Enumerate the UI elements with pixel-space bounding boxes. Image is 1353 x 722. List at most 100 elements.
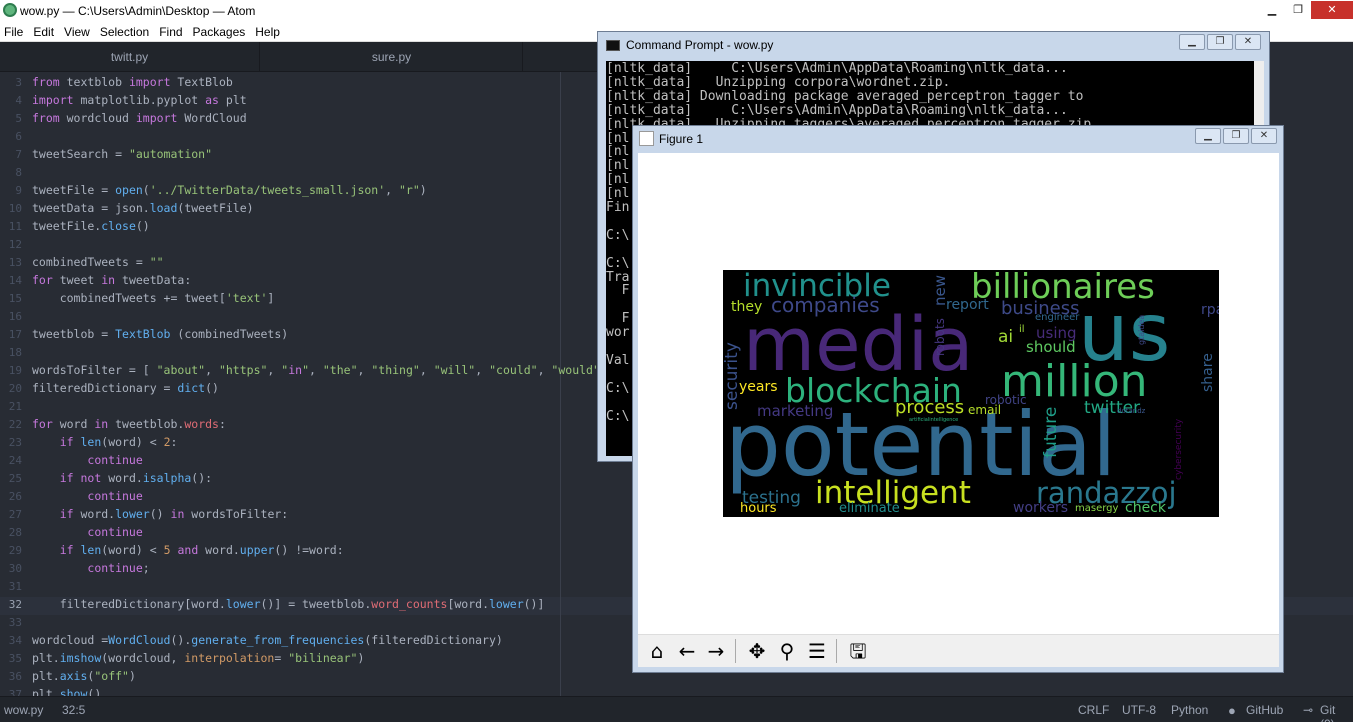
maximize-button[interactable]: ❐: [1285, 1, 1311, 19]
code-line[interactable]: tweetSearch = "automation": [32, 147, 212, 161]
line-number: 11: [8, 220, 22, 233]
menu-view[interactable]: View: [60, 22, 96, 41]
menu-edit[interactable]: Edit: [29, 22, 60, 41]
console-line: Tra: [606, 269, 630, 285]
status-file-name[interactable]: wow.py: [4, 703, 43, 717]
console-line: F: [606, 311, 630, 327]
line-number: 30: [8, 562, 22, 575]
code-line[interactable]: for word in tweetblob.words:: [32, 417, 226, 431]
back-icon[interactable]: ←: [674, 638, 700, 664]
code-line[interactable]: plt.show(): [32, 687, 101, 696]
line-number: 23: [8, 436, 22, 449]
word-engineer: engineer: [1035, 312, 1080, 323]
word-gtaidea: gtaidea: [1137, 315, 1146, 345]
code-line[interactable]: combinedTweets = "": [32, 255, 164, 269]
line-number: 33: [8, 616, 22, 629]
code-line[interactable]: continue: [32, 489, 142, 503]
matplotlib-icon: [639, 131, 654, 146]
pan-icon[interactable]: ✥: [744, 638, 770, 664]
configure-icon[interactable]: ☰: [804, 638, 830, 664]
code-line[interactable]: tweetblob = TextBlob (combinedTweets): [32, 327, 288, 341]
status-encoding[interactable]: UTF-8: [1122, 703, 1156, 717]
cmd-close-button[interactable]: ✕: [1235, 34, 1261, 50]
code-line[interactable]: continue: [32, 525, 142, 539]
line-number: 37: [8, 688, 22, 696]
code-line[interactable]: continue: [32, 453, 142, 467]
status-github[interactable]: GitHub: [1246, 703, 1283, 717]
code-line[interactable]: tweetFile.close(): [32, 219, 150, 233]
status-git[interactable]: Git (0): [1320, 703, 1353, 722]
figure-title-bar[interactable]: Figure 1 ▁ ❐ ✕: [633, 126, 1283, 151]
code-line[interactable]: plt.imshow(wordcloud, interpolation= "bi…: [32, 651, 364, 665]
word-robots: robots: [933, 318, 947, 356]
status-grammar[interactable]: Python: [1171, 703, 1208, 717]
line-number: 4: [15, 94, 22, 107]
line-number: 19: [8, 364, 22, 377]
zoom-icon[interactable]: ⚲: [774, 638, 800, 664]
code-line[interactable]: filteredDictionary = dict(): [32, 381, 219, 395]
tab-sure-py[interactable]: sure.py: [261, 42, 523, 72]
console-line: C:\: [606, 255, 630, 271]
cmd-title-bar[interactable]: Command Prompt - wow.py ▁ ❐ ✕: [598, 32, 1269, 58]
console-line: [nltk_data] C:\Users\Admin\AppData\Roami…: [606, 102, 1068, 118]
word-robotic: robotic: [985, 393, 1027, 407]
menu-packages[interactable]: Packages: [189, 22, 252, 41]
cmd-title: Command Prompt - wow.py: [626, 38, 774, 52]
status-line-ending[interactable]: CRLF: [1078, 703, 1109, 717]
code-line[interactable]: tweetFile = open('../TwitterData/tweets_…: [32, 183, 427, 197]
line-number: 10: [8, 202, 22, 215]
code-line[interactable]: if len(word) < 5 and word.upper() !=word…: [32, 543, 344, 557]
cmd-maximize-button[interactable]: ❐: [1207, 34, 1233, 50]
code-line[interactable]: if not word.isalpha():: [32, 471, 212, 485]
figure-maximize-button[interactable]: ❐: [1223, 128, 1249, 144]
code-line[interactable]: if word.lower() in wordsToFilter:: [32, 507, 289, 521]
code-line[interactable]: filteredDictionary[word.lower()] = tweet…: [32, 597, 545, 611]
line-number: 12: [8, 238, 22, 251]
figure-minimize-button[interactable]: ▁: [1195, 128, 1221, 144]
github-icon: ●: [1228, 703, 1236, 718]
line-number: 24: [8, 454, 22, 467]
menu-find[interactable]: Find: [155, 22, 188, 41]
code-line[interactable]: wordsToFilter = [ "about", "https", "in"…: [32, 363, 621, 377]
word-marketing: marketing: [757, 402, 833, 420]
line-number: 28: [8, 526, 22, 539]
word-il: il: [1019, 324, 1025, 335]
code-line[interactable]: from textblob import TextBlob: [32, 75, 233, 89]
code-line[interactable]: plt.axis("off"): [32, 669, 136, 683]
menu-selection[interactable]: Selection: [96, 22, 155, 41]
code-line[interactable]: from wordcloud import WordCloud: [32, 111, 247, 125]
tab-twitt-py[interactable]: twitt.py: [0, 42, 260, 72]
close-button[interactable]: ✕: [1311, 1, 1353, 19]
toolbar-separator: [735, 639, 736, 663]
line-number: 13: [8, 256, 22, 269]
cmd-minimize-button[interactable]: ▁: [1179, 34, 1205, 50]
code-line[interactable]: if len(word) < 2:: [32, 435, 178, 449]
code-line[interactable]: import matplotlib.pyplot as plt: [32, 93, 247, 107]
code-line[interactable]: combinedTweets += tweet['text']: [32, 291, 275, 305]
minimize-button[interactable]: ▁: [1259, 1, 1285, 19]
word-cybersecurity: cybersecurity: [1174, 418, 1184, 480]
line-number: 36: [8, 670, 22, 683]
code-line[interactable]: for tweet in tweetData:: [32, 273, 191, 287]
console-line: C:\: [606, 408, 630, 424]
line-number: 31: [8, 580, 22, 593]
line-number: 3: [15, 76, 22, 89]
word-artificialintelligence: artificialintelligence: [909, 417, 958, 423]
figure-canvas[interactable]: potential media us million blockchain billion…: [638, 153, 1279, 634]
code-line[interactable]: continue;: [32, 561, 149, 575]
figure-window[interactable]: Figure 1 ▁ ❐ ✕ potential media us million bl…: [632, 125, 1284, 673]
word-eliminate: eliminate: [839, 501, 900, 516]
figure-close-button[interactable]: ✕: [1251, 128, 1277, 144]
word-years: years: [739, 379, 778, 395]
status-cursor-position[interactable]: 32:5: [62, 703, 85, 717]
code-line[interactable]: tweetData = json.load(tweetFile): [32, 201, 254, 215]
code-line[interactable]: wordcloud =WordCloud().generate_from_fre…: [32, 633, 503, 647]
save-icon[interactable]: 🖫: [845, 638, 871, 664]
forward-icon[interactable]: →: [703, 638, 729, 664]
toolbar-separator: [836, 639, 837, 663]
menu-help[interactable]: Help: [251, 22, 286, 41]
line-number: 35: [8, 652, 22, 665]
word-process: process: [895, 397, 964, 418]
menu-file[interactable]: File: [0, 22, 29, 41]
home-icon[interactable]: ⌂: [644, 638, 670, 664]
